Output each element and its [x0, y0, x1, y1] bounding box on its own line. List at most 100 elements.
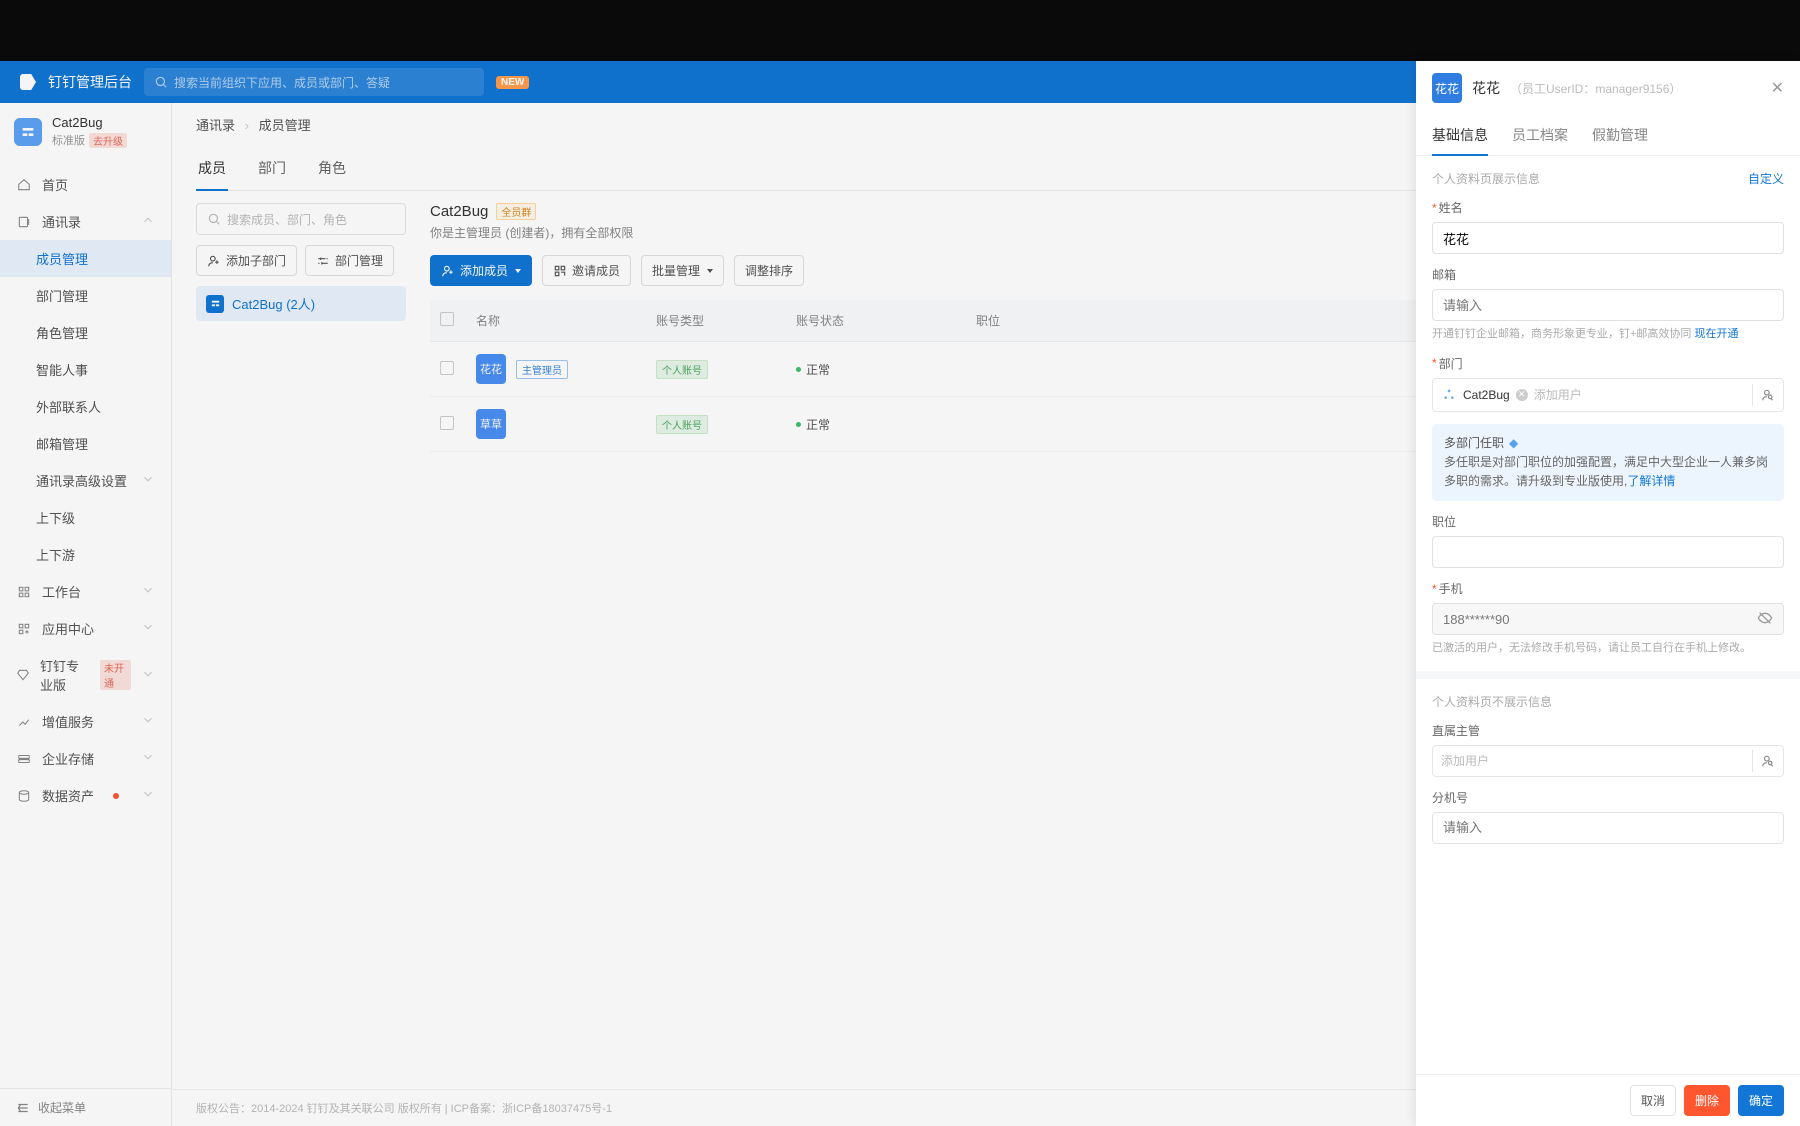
org-name: Cat2Bug — [52, 115, 127, 130]
member-drawer: 花花 花花 （员工UserID：manager9156） ✕ 基础信息 员工档案… — [1416, 61, 1800, 1126]
home-icon — [16, 177, 32, 193]
upgrade-badge[interactable]: 去升级 — [89, 133, 127, 148]
sidebar-nav: 首页 通讯录 成员管理 部门管理 角色管理 智能人事 外部联系人 邮箱管理 通讯… — [0, 160, 171, 1088]
dept-input[interactable]: Cat2Bug ✕ 添加用户 — [1432, 378, 1784, 412]
not-opened-badge: 未开通 — [100, 660, 131, 690]
position-input[interactable] — [1432, 536, 1784, 568]
breadcrumb-contacts[interactable]: 通讯录 — [196, 118, 235, 133]
confirm-button[interactable]: 确定 — [1738, 1085, 1784, 1116]
nav-members[interactable]: 成员管理 — [0, 240, 171, 277]
drawer-avatar: 花花 — [1432, 73, 1462, 103]
add-person-icon — [207, 254, 221, 268]
collapse-icon — [16, 1101, 30, 1115]
nav-roles[interactable]: 角色管理 — [0, 314, 171, 351]
breadcrumb-separator-icon: › — [245, 118, 249, 133]
invite-member-button[interactable]: 邀请成员 — [542, 255, 631, 286]
contacts-icon — [16, 214, 32, 230]
chevron-down-icon — [141, 583, 155, 600]
collapse-menu[interactable]: 收起菜单 — [0, 1088, 171, 1126]
nav-mailbox[interactable]: 邮箱管理 — [0, 425, 171, 462]
tab-members[interactable]: 成员 — [196, 146, 228, 190]
adjust-sort-button[interactable]: 调整排序 — [734, 255, 804, 286]
pick-manager-button[interactable] — [1752, 750, 1775, 772]
chevron-up-icon — [141, 213, 155, 230]
nav-vas[interactable]: 增值服务 — [0, 703, 171, 740]
drawer-tab-attendance[interactable]: 假勤管理 — [1592, 115, 1648, 155]
search-placeholder: 搜索当前组织下应用、成员或部门、答疑 — [174, 74, 390, 91]
org-plan: 标准版 去升级 — [52, 132, 127, 148]
col-name: 名称 — [466, 300, 646, 342]
status-badge: 正常 — [796, 416, 956, 433]
email-input[interactable] — [1432, 289, 1784, 321]
account-type-tag: 个人账号 — [656, 415, 708, 434]
nav-data-assets[interactable]: 数据资产 — [0, 777, 171, 814]
org-card[interactable]: Cat2Bug 标准版 去升级 — [0, 103, 171, 160]
brand-title: 钉钉管理后台 — [48, 72, 132, 92]
org-square-icon — [206, 295, 224, 313]
drawer-body: 个人资料页展示信息 自定义 *姓名 邮箱 开通钉钉企业邮箱，商务形象更专业，钉+… — [1416, 156, 1800, 1074]
apps-icon — [16, 621, 32, 637]
field-name: *姓名 — [1432, 199, 1784, 254]
nav-workbench[interactable]: 工作台 — [0, 573, 171, 610]
field-position: 职位 — [1432, 513, 1784, 568]
chevron-down-icon — [141, 667, 155, 684]
global-search-input[interactable]: 搜索当前组织下应用、成员或部门、答疑 — [144, 68, 484, 96]
nav-advanced[interactable]: 通讯录高级设置 — [0, 462, 171, 499]
nav-smart-hr[interactable]: 智能人事 — [0, 351, 171, 388]
select-all-checkbox[interactable] — [440, 312, 454, 326]
batch-manage-button[interactable]: 批量管理 — [641, 255, 724, 286]
diamond-icon: ◆ — [1509, 434, 1518, 453]
search-icon — [207, 212, 221, 226]
dept-manage-button[interactable]: 部门管理 — [305, 245, 394, 276]
chevron-down-icon — [141, 750, 155, 767]
tree-node-root[interactable]: Cat2Bug (2人) — [196, 286, 406, 321]
drawer-close-button[interactable]: ✕ — [1771, 78, 1784, 98]
add-sub-dept-button[interactable]: 添加子部门 — [196, 245, 297, 276]
pick-user-button[interactable] — [1752, 384, 1775, 406]
row-checkbox[interactable] — [440, 416, 454, 430]
customize-link[interactable]: 自定义 — [1748, 170, 1784, 187]
nav-updown2[interactable]: 上下游 — [0, 536, 171, 573]
row-checkbox[interactable] — [440, 361, 454, 375]
drawer-tab-employee[interactable]: 员工档案 — [1512, 115, 1568, 155]
account-type-tag: 个人账号 — [656, 360, 708, 379]
drawer-tab-basic[interactable]: 基础信息 — [1432, 115, 1488, 155]
caret-down-icon — [707, 269, 713, 273]
add-member-button[interactable]: 添加成员 — [430, 255, 532, 286]
nav-external[interactable]: 外部联系人 — [0, 388, 171, 425]
chart-icon — [16, 714, 32, 730]
nav-storage[interactable]: 企业存储 — [0, 740, 171, 777]
nav-home[interactable]: 首页 — [0, 166, 171, 203]
database-icon — [16, 788, 32, 804]
avatar: 花花 — [476, 354, 506, 384]
name-input[interactable] — [1432, 222, 1784, 254]
caret-down-icon — [515, 269, 521, 273]
nav-app-center[interactable]: 应用中心 — [0, 610, 171, 647]
section-hidden: 个人资料页不展示信息 — [1432, 693, 1784, 710]
nav-contacts[interactable]: 通讯录 — [0, 203, 171, 240]
tab-roles[interactable]: 角色 — [316, 146, 348, 190]
admin-tag: 主管理员 — [516, 360, 568, 379]
diamond-icon — [16, 667, 30, 683]
cancel-button[interactable]: 取消 — [1630, 1085, 1676, 1116]
phone-input: 188******90 — [1432, 603, 1784, 635]
sidebar: Cat2Bug 标准版 去升级 首页 通讯录 成员管理 部门管理 角色管理 智能… — [0, 103, 172, 1126]
ext-input[interactable] — [1432, 812, 1784, 844]
status-badge: 正常 — [796, 361, 956, 378]
nav-depts[interactable]: 部门管理 — [0, 277, 171, 314]
remove-dept-chip[interactable]: ✕ — [1516, 389, 1528, 401]
manager-input[interactable]: 添加用户 — [1432, 745, 1784, 777]
eye-icon[interactable] — [1757, 610, 1773, 629]
section-divider — [1416, 671, 1800, 679]
qr-icon — [553, 264, 567, 278]
drawer-header: 花花 花花 （员工UserID：manager9156） ✕ — [1416, 61, 1800, 115]
chevron-down-icon — [141, 472, 155, 489]
tab-depts[interactable]: 部门 — [256, 146, 288, 190]
nav-pro[interactable]: 钉钉专业版未开通 — [0, 647, 171, 703]
nav-updown1[interactable]: 上下级 — [0, 499, 171, 536]
dingtalk-logo-icon — [20, 74, 36, 90]
delete-button[interactable]: 删除 — [1684, 1085, 1730, 1116]
open-mail-link[interactable]: 现在开通 — [1694, 328, 1738, 340]
tree-search-input[interactable]: 搜索成员、部门、角色 — [196, 203, 406, 235]
learn-more-link[interactable]: 了解详情 — [1627, 474, 1675, 488]
